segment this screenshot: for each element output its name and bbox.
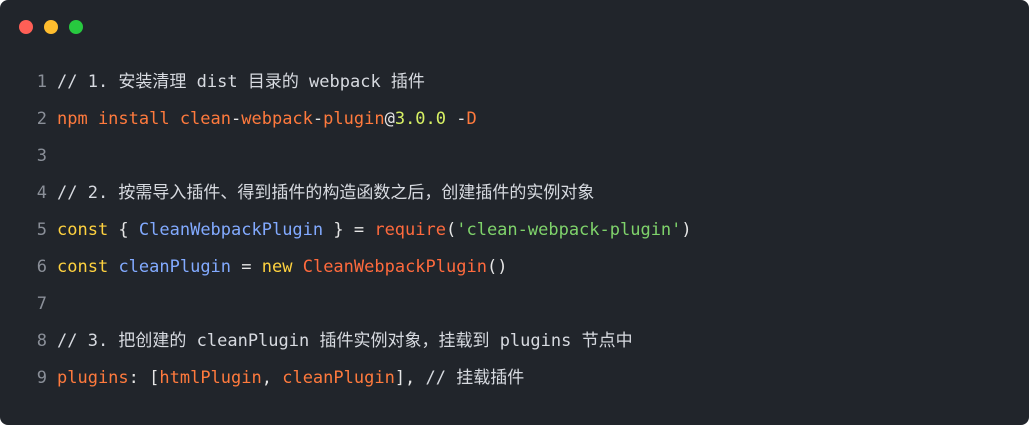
code-token-op: () <box>486 257 508 277</box>
code-token-plain: - <box>312 109 324 129</box>
code-token-num: 3.0.0 <box>394 109 447 129</box>
close-dot-icon <box>19 20 33 34</box>
window-title-bar <box>0 0 1029 52</box>
code-token-var: CleanWebpackPlugin <box>138 220 324 240</box>
code-token-kw: const <box>57 220 109 240</box>
code-window: 1 // 1. 安装清理 dist 目录的 webpack 插件 2 npm inst… <box>0 0 1029 425</box>
code-line-content: const cleanPlugin = new CleanWebpackPlug… <box>57 249 507 286</box>
code-token-plain: - <box>446 109 467 129</box>
code-line: 9 plugins: [htmlPlugin, cleanPlugin], // … <box>0 360 1029 397</box>
code-line: 3 <box>0 138 1029 175</box>
code-line-content: // 1. 安装清理 dist 目录的 webpack 插件 <box>57 64 425 101</box>
code-token-op <box>108 257 118 277</box>
code-token-fn: require <box>374 220 446 240</box>
code-token-op: ( <box>445 220 457 240</box>
line-number: 5 <box>36 220 47 240</box>
code-token-cls: CleanWebpackPlugin <box>302 257 487 277</box>
line-number: 4 <box>36 183 47 203</box>
line-number: 7 <box>36 294 47 314</box>
code-token-str: 'clean-webpack-plugin' <box>456 220 682 240</box>
code-token-plain: - <box>231 109 242 129</box>
code-line: 7 <box>0 286 1029 323</box>
code-token-cmd: D <box>466 109 477 129</box>
line-number: 2 <box>36 109 47 129</box>
code-token-op: ) <box>681 220 692 240</box>
code-token-cmd: htmlPlugin <box>159 368 262 388</box>
code-token-comment: // 1. 安装清理 dist 目录的 webpack 插件 <box>57 72 425 92</box>
code-line: 4 // 2. 按需导入插件、得到插件的构造函数之后，创建插件的实例对象 <box>0 175 1029 212</box>
code-token-cmd: npm install clean <box>57 109 231 129</box>
line-number: 6 <box>36 257 47 277</box>
code-line-content: npm install clean-webpack-plugin@3.0.0 -… <box>57 101 477 138</box>
code-line-content: const { CleanWebpackPlugin } = require('… <box>57 212 692 249</box>
minimize-dot-icon <box>44 20 58 34</box>
line-number: 1 <box>36 72 47 92</box>
code-line-content: plugins: [htmlPlugin, cleanPlugin], // 挂… <box>57 360 524 397</box>
code-token-op: { <box>108 220 139 240</box>
code-token-comment: // 挂载插件 <box>425 368 525 388</box>
code-line: 5 const { CleanWebpackPlugin } = require(… <box>0 212 1029 249</box>
code-token-comment: // 2. 按需导入插件、得到插件的构造函数之后，创建插件的实例对象 <box>57 183 595 203</box>
code-token-op: = <box>231 257 262 277</box>
code-token-op: ], <box>394 368 426 388</box>
code-line-content: // 2. 按需导入插件、得到插件的构造函数之后，创建插件的实例对象 <box>57 175 594 212</box>
code-token-op <box>292 257 302 277</box>
line-number: 3 <box>36 146 47 166</box>
code-line: 1 // 1. 安装清理 dist 目录的 webpack 插件 <box>0 64 1029 101</box>
code-token-cmd: webpack <box>241 109 313 129</box>
code-token-var: cleanPlugin <box>118 257 232 277</box>
line-number: 8 <box>36 331 47 351</box>
code-token-op: } = <box>323 220 375 240</box>
line-number: 9 <box>36 368 47 388</box>
code-token-op: , <box>261 368 283 388</box>
code-block: 1 // 1. 安装清理 dist 目录的 webpack 插件 2 npm inst… <box>0 64 1029 397</box>
code-token-cmd: cleanPlugin <box>282 368 395 388</box>
code-token-comment: // 3. 把创建的 cleanPlugin 插件实例对象，挂载到 plugin… <box>57 331 633 351</box>
code-token-cmd: plugin <box>323 109 385 129</box>
code-token-cmd: plugins <box>57 368 129 388</box>
code-line: 6 const cleanPlugin = new CleanWebpackPlu… <box>0 249 1029 286</box>
code-line: 2 npm install clean-webpack-plugin@3.0.0 … <box>0 101 1029 138</box>
code-token-op: : [ <box>128 368 160 388</box>
code-token-kw: new <box>261 257 293 277</box>
code-line-content: // 3. 把创建的 cleanPlugin 插件实例对象，挂载到 plugin… <box>57 323 633 360</box>
code-line: 8 // 3. 把创建的 cleanPlugin 插件实例对象，挂载到 plugi… <box>0 323 1029 360</box>
code-token-plain: @ <box>384 109 395 129</box>
maximize-dot-icon <box>69 20 83 34</box>
code-token-kw: const <box>57 257 109 277</box>
